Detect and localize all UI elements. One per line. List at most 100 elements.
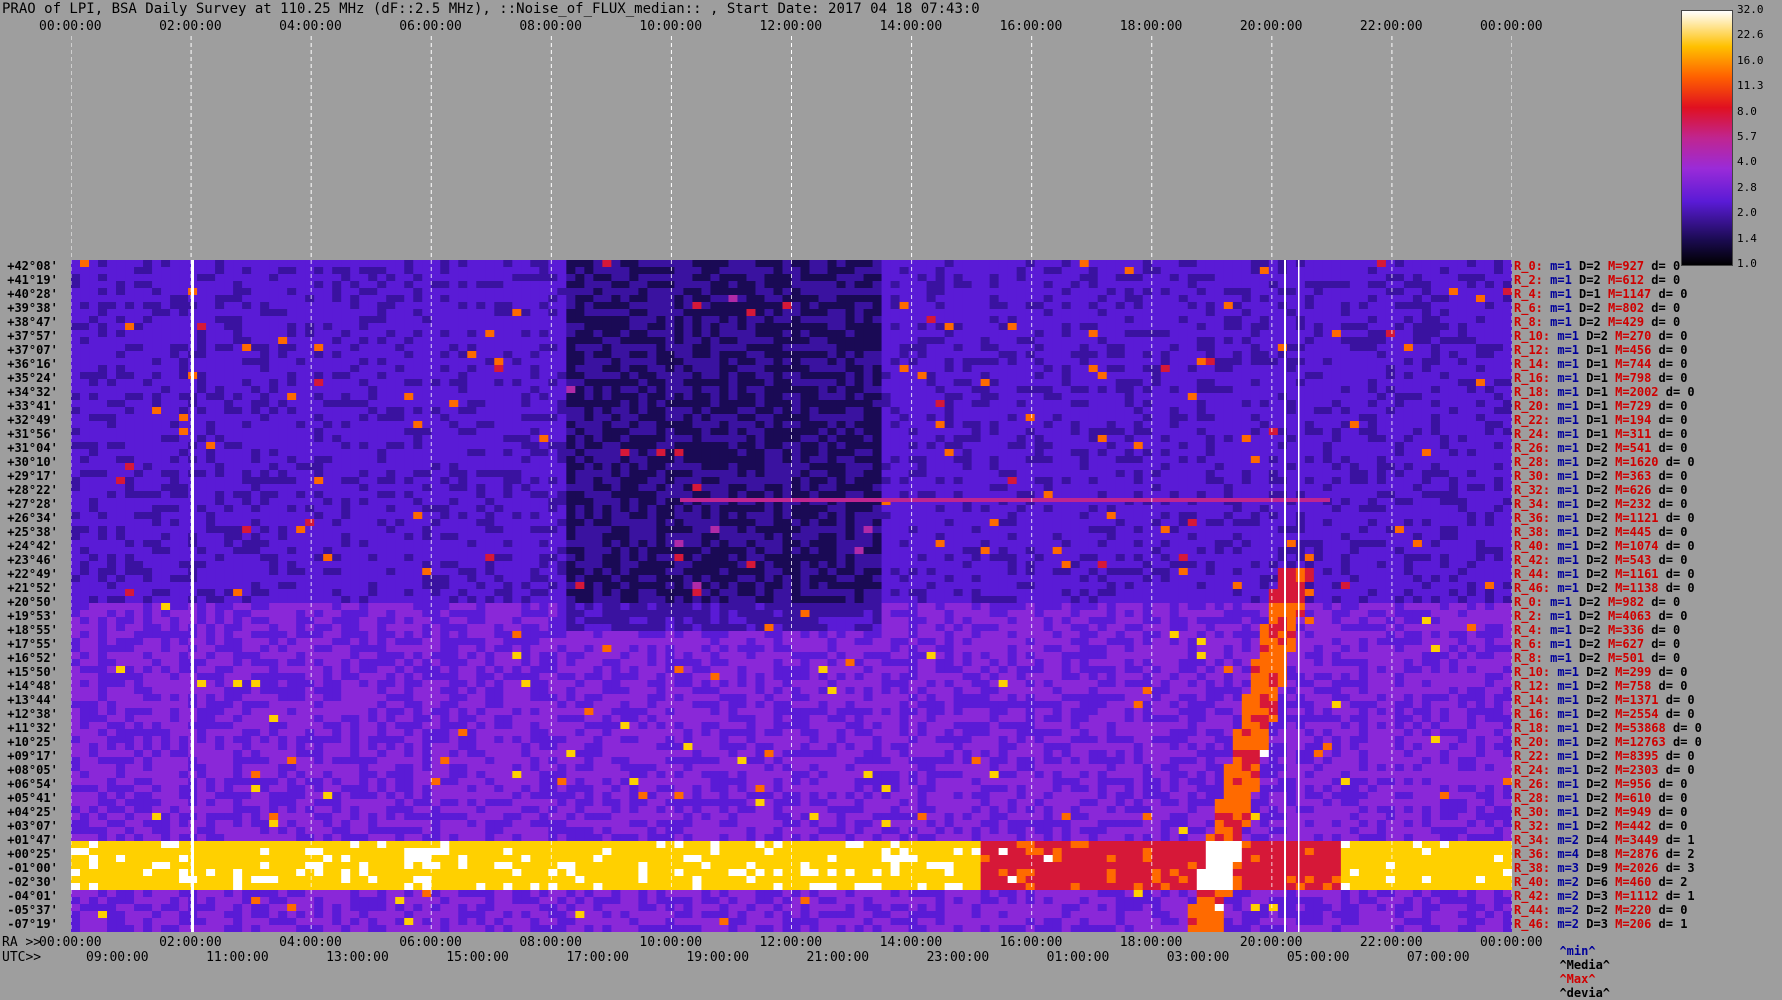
heatmap-cell [1413,330,1423,338]
heatmap-cell [990,449,1000,457]
heatmap-cell [89,407,99,415]
heatmap-cell [1404,295,1414,303]
heatmap-cell [341,365,351,373]
heatmap-cell [269,323,279,331]
heatmap-cell [891,267,901,275]
heatmap-cell [864,386,874,394]
heatmap-cell [1089,309,1099,317]
heatmap-cell [1296,421,1306,429]
heatmap-cell [1089,365,1099,373]
heatmap-cell [1341,442,1351,450]
heatmap-cell [954,428,964,436]
heatmap-cell [206,302,216,310]
heatmap-cell [900,288,910,296]
heatmap-cell [395,449,405,457]
heatmap-cell [80,274,90,282]
heatmap-cell [810,260,820,268]
heatmap-cell [1260,428,1270,436]
heatmap-cell [1035,379,1045,387]
heatmap-cell [476,316,486,324]
heatmap-cell [1476,274,1486,282]
heatmap-cell [1269,281,1279,289]
heatmap-cell [864,344,874,352]
heatmap-cell [927,428,937,436]
heatmap-cell [314,407,324,415]
heatmap-cell [954,421,964,429]
heatmap-cell [647,295,657,303]
heatmap-cell [882,295,892,303]
declination-value: +35°24' [0,371,58,385]
heatmap-cell [611,470,621,478]
heatmap-cell [918,435,928,443]
heatmap-cell [1089,295,1099,303]
heatmap-cell [1350,344,1360,352]
heatmap-cell [1062,295,1072,303]
heatmap-cell [269,351,279,359]
heatmap-cell [422,351,432,359]
heatmap-cell [1341,316,1351,324]
heatmap-cell [1143,281,1153,289]
heatmap-cell [1413,449,1423,457]
heatmap-cell [512,302,522,310]
heatmap-cell [395,379,405,387]
heatmap-cell [1431,281,1441,289]
heatmap-cell [927,344,937,352]
heatmap-cell [1206,372,1216,380]
heatmap-cell [305,456,315,464]
heatmap-cell [98,260,108,268]
heatmap-cell [575,365,585,373]
heatmap-cell [1359,281,1369,289]
heatmap-cell [1431,288,1441,296]
heatmap-cell [368,386,378,394]
heatmap-cell [341,330,351,338]
heatmap-cell [918,309,928,317]
heatmap-cell [278,358,288,366]
heatmap-cell [1332,330,1342,338]
heatmap-cell [1134,435,1144,443]
heatmap-cell [773,435,783,443]
heatmap-cell [1494,393,1504,401]
heatmap-cell [1341,288,1351,296]
heatmap-cell [945,323,955,331]
heatmap-cell [296,470,306,478]
heatmap-cell [882,414,892,422]
heatmap-cell [1422,337,1432,345]
heatmap-cell [746,393,756,401]
heatmap-cell [656,400,666,408]
heatmap-cell [819,386,829,394]
heatmap-cell [152,295,162,303]
heatmap-cell [647,372,657,380]
heatmap-cell [1404,386,1414,394]
heatmap-cell [1143,344,1153,352]
heatmap-cell [377,463,387,471]
heatmap-cell [1314,302,1324,310]
heatmap-cell [999,344,1009,352]
heatmap-cell [1260,365,1270,373]
heatmap-cell [170,337,180,345]
heatmap-cell [206,379,216,387]
heatmap-cell [341,449,351,457]
heatmap-cell [485,281,495,289]
heatmap-cell [494,435,504,443]
heatmap-cell [143,435,153,443]
heatmap-cell [287,309,297,317]
heatmap-cell [999,260,1009,268]
heatmap-cell [584,386,594,394]
heatmap-cell [1215,281,1225,289]
heatmap-cell [287,344,297,352]
declination-value: +23°46' [0,553,58,567]
heatmap-cell [728,351,738,359]
heatmap-cell [1359,407,1369,415]
heatmap-cell [422,281,432,289]
heatmap-cell [1053,414,1063,422]
heatmap-cell [692,365,702,373]
heatmap-cell [882,386,892,394]
heatmap-cell [125,330,135,338]
heatmap-cell [1242,274,1252,282]
heatmap-cell [179,379,189,387]
heatmap-cell [1467,463,1477,471]
heatmap-cell [683,316,693,324]
heatmap-cell [1116,288,1126,296]
heatmap-cell [737,414,747,422]
heatmap-cell [1332,421,1342,429]
